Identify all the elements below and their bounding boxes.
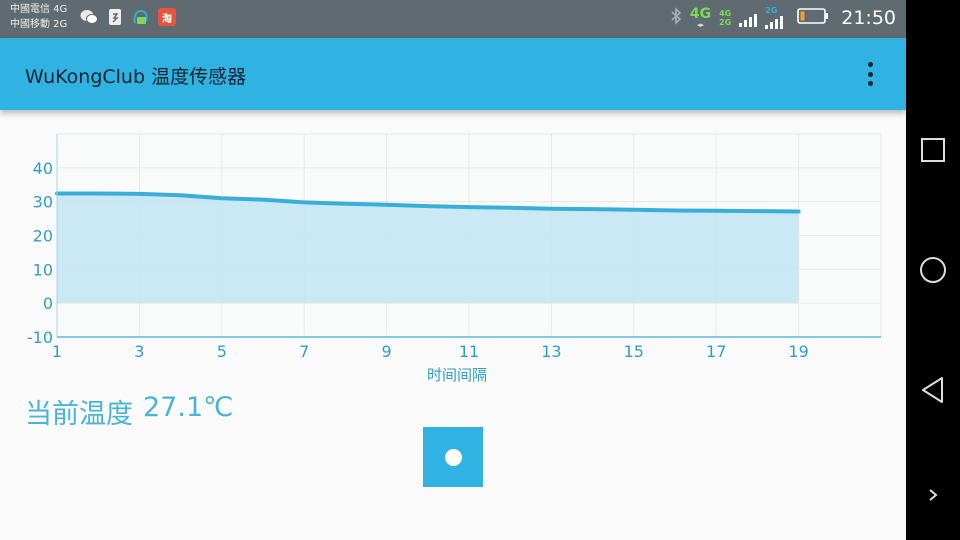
system-icons: 4G ◂▸ 4G 2G 2G 21:50 [670,6,896,29]
current-temperature-label: 当前温度 [25,399,133,430]
y-tick-label: 0 [43,294,53,313]
y-tick-label: 30 [33,193,53,212]
home-circle-icon[interactable] [919,256,947,284]
carrier-2: 中國移動 2G [10,19,68,30]
y-tick-label: 10 [33,260,53,279]
x-tick-label: 7 [299,342,309,361]
battery-icon [797,7,829,29]
expand-chevron-icon[interactable] [919,481,947,509]
data-point [508,206,512,210]
temperature-chart: -10 0 10 20 30 40 1 3 5 7 9 11 13 15 17 19 时间间隔 [0,110,906,390]
data-point [467,205,471,209]
data-point [261,198,265,202]
x-tick-label: 11 [459,342,479,361]
y-tick-label: -10 [27,328,53,347]
network-2g: 2G [765,6,784,29]
data-point [673,208,677,212]
data-point [385,203,389,207]
taobao-icon: 淘 [158,8,176,26]
x-tick-label: 1 [52,342,62,361]
x-axis-label: 时间间隔 [427,366,487,384]
clock: 21:50 [841,6,896,29]
recents-square-icon[interactable] [919,136,947,164]
data-point [549,207,553,211]
data-point [137,192,141,196]
data-point [220,196,224,200]
sim-manager-icon [106,8,124,26]
x-tick-label: 19 [788,342,808,361]
data-point [426,204,430,208]
back-triangle-icon[interactable] [919,376,947,404]
data-point [714,209,718,213]
status-bar: 中國電信 4G 中國移動 2G 淘 4G ◂▸ 4G 2G 2G 21:50 [0,0,906,38]
y-tick-label: 20 [33,227,53,246]
wechat-icon [80,8,98,26]
current-temperature: 当前温度 27.1℃ [25,392,233,431]
notification-icons: 淘 [80,8,176,26]
mail-icon [132,8,150,26]
carrier-1: 中國電信 4G [10,4,68,15]
app-bar: WuKongClub 温度传感器 [0,38,906,110]
app-screen: 中國電信 4G 中國移動 2G 淘 4G ◂▸ 4G 2G 2G 21:50 W… [0,0,906,540]
x-tick-label: 15 [624,342,644,361]
x-tick-label: 3 [134,342,144,361]
signal-icon [739,9,758,27]
x-tick-label: 13 [541,342,561,361]
record-button[interactable] [423,427,483,487]
data-point [755,209,759,213]
chart-svg: -100102030401 3 5 7 9 11 13 15 17 19时间间隔 [27,133,882,384]
more-vert-icon[interactable] [862,60,878,88]
data-point [302,200,306,204]
y-tick-label: 40 [33,159,53,178]
network-4g: 4G ◂▸ [689,5,712,29]
bluetooth-icon [670,6,682,29]
x-tick-label: 17 [706,342,726,361]
x-tick-label: 5 [217,342,227,361]
carrier-info: 中國電信 4G 中國移動 2G [10,2,67,32]
data-point [632,208,636,212]
data-point [591,207,595,211]
data-point [96,192,100,196]
data-point [179,193,183,197]
data-point [343,202,347,206]
record-dot-icon [444,448,462,466]
navigation-bar [906,0,960,540]
app-title: WuKongClub 温度传感器 [25,66,247,88]
data-point [797,209,801,213]
network-dual: 4G 2G [719,8,732,27]
current-temperature-value: 27.1℃ [143,392,234,423]
x-tick-label: 9 [382,342,392,361]
